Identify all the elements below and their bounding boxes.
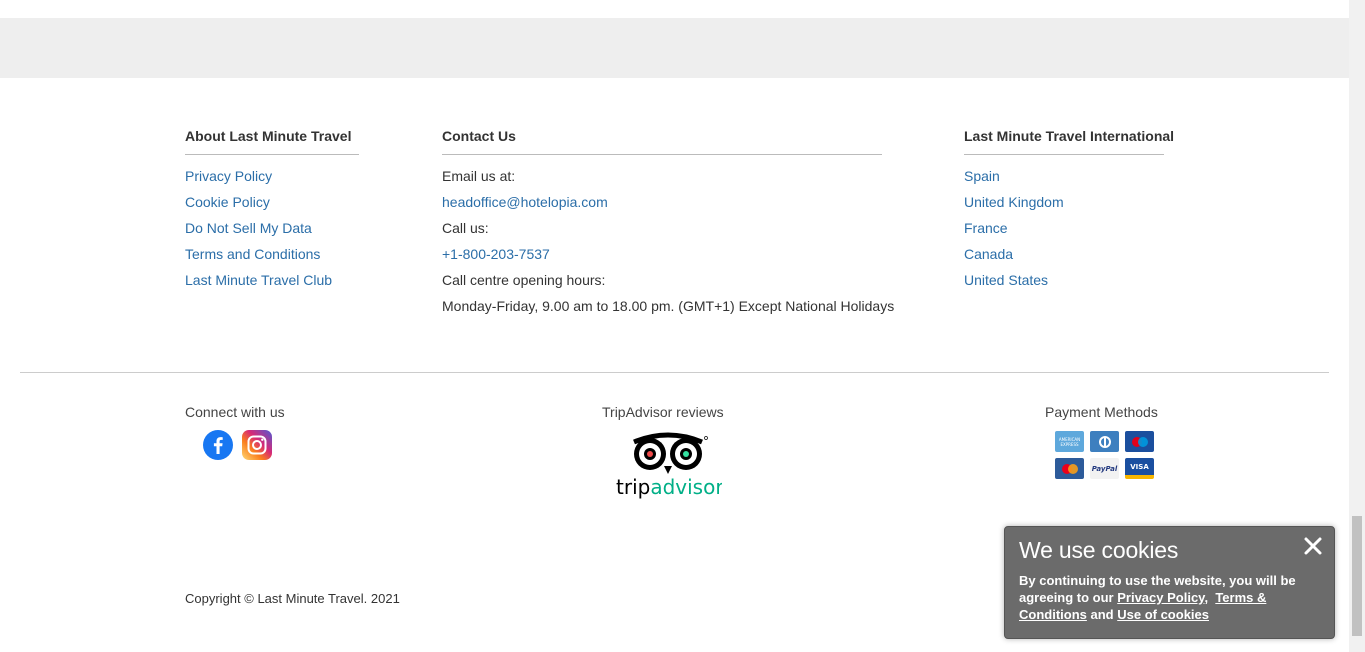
instagram-icon[interactable] xyxy=(242,430,272,460)
france-link[interactable]: France xyxy=(964,220,1008,236)
terms-link[interactable]: Terms and Conditions xyxy=(185,246,320,262)
visa-card-icon: VISA xyxy=(1125,458,1154,479)
payment-cards: AMERICAN EXPRESS PayPal VISA xyxy=(1055,431,1154,479)
page-top xyxy=(0,0,1349,18)
travel-club-link[interactable]: Last Minute Travel Club xyxy=(185,272,332,288)
about-heading: About Last Minute Travel xyxy=(185,128,359,155)
grey-band xyxy=(0,18,1349,78)
cookie-title: We use cookies xyxy=(1019,537,1179,563)
united-kingdom-link[interactable]: United Kingdom xyxy=(964,194,1064,210)
cookie-message: By continuing to use the website, you wi… xyxy=(1019,573,1296,622)
tripadvisor-wordmark: tripadvisor xyxy=(616,475,722,499)
scrollbar-thumb[interactable] xyxy=(1352,516,1362,636)
page-scrollbar[interactable] xyxy=(1349,0,1365,652)
call-label: Call us: xyxy=(442,220,489,236)
do-not-sell-link[interactable]: Do Not Sell My Data xyxy=(185,220,312,236)
footer-divider xyxy=(20,372,1329,373)
international-heading: Last Minute Travel International xyxy=(964,128,1174,155)
cookie-policy-link[interactable]: Cookie Policy xyxy=(185,194,270,210)
tripadvisor-logo[interactable]: tripadvisor xyxy=(614,430,724,500)
cookie-privacy-link[interactable]: Privacy Policy xyxy=(1117,590,1204,605)
email-label: Email us at: xyxy=(442,168,516,184)
paypal-card-icon: PayPal xyxy=(1090,458,1119,479)
hours-text: Monday-Friday, 9.00 am to 18.00 pm. (GMT… xyxy=(442,298,895,314)
cookie-banner: We use cookies By continuing to use the … xyxy=(1004,526,1335,639)
tripadvisor-title: TripAdvisor reviews xyxy=(602,404,724,420)
footer-about-column: About Last Minute Travel Privacy Policy … xyxy=(185,128,359,293)
facebook-icon[interactable] xyxy=(203,430,233,460)
spain-link[interactable]: Spain xyxy=(964,168,1000,184)
hours-label: Call centre opening hours: xyxy=(442,272,606,288)
canada-link[interactable]: Canada xyxy=(964,246,1013,262)
email-link[interactable]: headoffice@hotelopia.com xyxy=(442,194,608,210)
privacy-policy-link[interactable]: Privacy Policy xyxy=(185,168,272,184)
amex-card-icon: AMERICAN EXPRESS xyxy=(1055,431,1084,452)
social-links xyxy=(203,430,272,460)
payment-title: Payment Methods xyxy=(1045,404,1158,420)
connect-title: Connect with us xyxy=(185,404,285,420)
contact-heading: Contact Us xyxy=(442,128,882,155)
phone-link[interactable]: +1-800-203-7537 xyxy=(442,246,550,262)
copyright-text: Copyright © Last Minute Travel. 2021 xyxy=(185,591,400,606)
close-icon[interactable] xyxy=(1302,535,1324,557)
united-states-link[interactable]: United States xyxy=(964,272,1048,288)
cookie-use-link[interactable]: Use of cookies xyxy=(1117,607,1209,622)
footer-contact-column: Contact Us Email us at: headoffice@hotel… xyxy=(442,128,895,319)
footer-international-column: Last Minute Travel International Spain U… xyxy=(964,128,1174,293)
diners-card-icon xyxy=(1090,431,1119,452)
maestro-card-icon xyxy=(1125,431,1154,452)
mastercard-card-icon xyxy=(1055,458,1084,479)
